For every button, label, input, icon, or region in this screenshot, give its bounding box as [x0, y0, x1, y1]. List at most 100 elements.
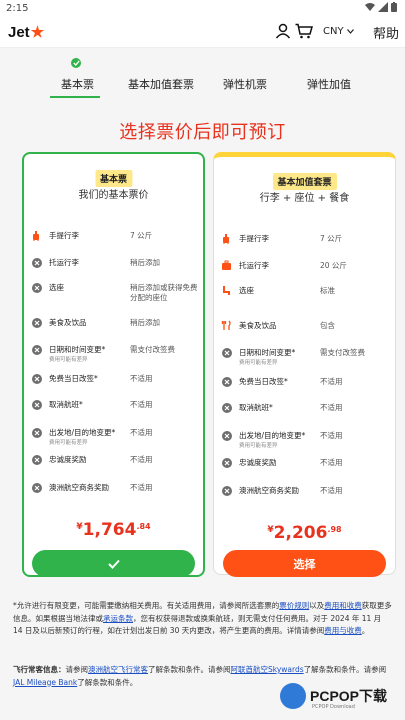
notes-text: 以及: [309, 601, 325, 610]
jetstar-logo[interactable]: Jet ★: [8, 23, 45, 42]
feature-value: 20 公斤: [320, 261, 347, 270]
x-circle-icon: [31, 317, 42, 328]
price-amount: 1,764: [82, 520, 137, 540]
chevron-down-icon: [346, 29, 354, 34]
fare-badge: 基本加值套票: [272, 173, 337, 190]
help-link[interactable]: 帮助: [373, 23, 399, 42]
x-circle-icon: [31, 344, 42, 355]
x-circle-icon: [221, 457, 232, 468]
feature-name: 澳洲航空商务奖励: [49, 483, 109, 492]
feature-name: 手提行李: [239, 234, 269, 243]
logo-text: Jet: [8, 23, 30, 41]
jal-mileage-link[interactable]: JAL Mileage Bank: [13, 678, 77, 687]
fare-price: ¥1,764.84: [24, 520, 203, 540]
ff-text: 了解条款和条件。请参阅: [303, 665, 387, 674]
feature-value: 需支付改签费: [320, 348, 365, 357]
feature-value: 不适用: [130, 374, 153, 383]
watermark-logo-icon: [280, 683, 306, 709]
step-flex[interactable]: 弹性机票: [223, 76, 267, 92]
site-watermark: PCPOP下载 PCPOP Download: [280, 680, 405, 720]
logo-star-icon: ★: [30, 24, 45, 41]
feature-value: 不适用: [130, 483, 153, 492]
feature-name: 取消航班*: [239, 403, 273, 412]
qantas-ff-link[interactable]: 澳洲航空飞行常客: [88, 665, 148, 674]
fare-subtitle: 行李 + 座位 + 餐食: [259, 193, 350, 204]
feature-name: 取消航班*: [49, 400, 83, 409]
feature-name: 日期和时间变更*: [239, 348, 296, 357]
battery-icon: [391, 2, 397, 12]
user-account-icon[interactable]: [275, 23, 291, 43]
fare-badge: 基本票: [94, 170, 133, 187]
step-flex-plus[interactable]: 弹性加值: [307, 76, 351, 92]
feature-name: 托运行李: [239, 261, 269, 270]
fare-card-basic-plus[interactable]: 基本加值套票 行李 + 座位 + 餐食 手提行李 7 公斤 托运行李 20 公斤 选座 标…: [213, 152, 396, 575]
fare-card-basic[interactable]: 基本票 我们的基本票价 手提行李 7 公斤 托运行李 稍后添加 选座 稍后添加或获得免费分…: [22, 152, 205, 577]
x-circle-icon: [31, 373, 42, 384]
feature-name: 免费当日改签*: [49, 374, 98, 383]
feature-value: 不适用: [130, 400, 153, 409]
emirates-skywards-link[interactable]: 阿联酋航空Skywards: [231, 665, 304, 674]
feature-name: 手提行李: [49, 231, 79, 240]
feature-value: 稍后添加或获得免费分配的座位: [130, 283, 198, 302]
feature-name: 美食及饮品: [239, 321, 277, 330]
carry-on-bag-icon: [31, 230, 42, 241]
fare-steps: 基本票 基本加值套票 弹性机票 弹性加值: [0, 48, 405, 98]
cart-icon[interactable]: [295, 23, 313, 43]
x-circle-icon: [31, 282, 42, 293]
feature-value: 7 公斤: [320, 234, 343, 243]
feature-value: 7 公斤: [130, 231, 153, 240]
fare-notes: *允许进行有限变更，可能需要缴纳相关费用。有关适用费用，请参阅所选套票的票价规则…: [13, 600, 393, 638]
feature-value: 不适用: [320, 403, 343, 412]
feature-value: 标准: [320, 286, 335, 295]
ff-text: 了解条款和条件。: [77, 677, 138, 687]
feature-name: 忠诚度奖励: [49, 455, 87, 464]
x-circle-icon: [31, 454, 42, 465]
price-decimal: .84: [136, 522, 151, 531]
x-circle-icon: [221, 402, 232, 413]
promo-banner: 选择票价后即可预订: [119, 122, 286, 143]
feature-value: 不适用: [320, 377, 343, 386]
feature-name: 美食及饮品: [49, 318, 87, 327]
feature-name: 日期和时间变更*: [49, 345, 106, 354]
feature-value: 不适用: [130, 428, 153, 437]
feature-name: 出发地/目的地变更*: [49, 428, 116, 437]
fees-link[interactable]: 费用和收费: [324, 601, 362, 610]
price-decimal: .98: [327, 525, 342, 534]
fare-rules-link[interactable]: 票价规则: [279, 601, 309, 610]
feature-value: 不适用: [320, 431, 343, 440]
x-circle-icon: [31, 427, 42, 438]
wifi-icon: [365, 3, 375, 11]
ff-text: 了解条款和条件。请参阅: [148, 665, 231, 674]
feature-note: 费用可能有差异: [49, 440, 88, 446]
x-circle-icon: [31, 482, 42, 493]
conditions-link[interactable]: 承运条款: [103, 614, 133, 623]
x-circle-icon: [221, 485, 232, 496]
feature-name: 出发地/目的地变更*: [239, 431, 306, 440]
currency-selector[interactable]: CNY: [323, 26, 354, 37]
currency-label: CNY: [323, 26, 344, 37]
fare-subtitle: 我们的基本票价: [78, 190, 149, 201]
feature-value: 包含: [320, 321, 335, 330]
feature-value: 稍后添加: [130, 318, 160, 327]
feature-name: 免费当日改签*: [239, 377, 288, 386]
x-circle-icon: [31, 257, 42, 268]
cutlery-icon: [221, 320, 232, 331]
app-header: Jet ★ CNY 帮助: [0, 18, 405, 48]
x-circle-icon: [221, 376, 232, 387]
checked-bag-icon: [221, 260, 232, 271]
feature-note: 费用可能有差异: [239, 360, 278, 366]
step-basic[interactable]: 基本票: [61, 76, 94, 92]
price-amount: 2,206: [273, 523, 328, 543]
fees-link-2[interactable]: 费用与收费: [324, 626, 362, 635]
watermark-text: PCPOP下载: [310, 688, 388, 704]
watermark-subtext: PCPOP Download: [312, 704, 355, 710]
signal-icon: [378, 2, 388, 12]
select-fare-button[interactable]: 选择: [223, 550, 386, 577]
feature-value: 需支付改签费: [130, 345, 175, 354]
feature-value: 不适用: [320, 458, 343, 467]
x-circle-icon: [221, 430, 232, 441]
selected-fare-button[interactable]: [32, 550, 195, 577]
carry-on-bag-icon: [221, 233, 232, 244]
status-bar: 2:15: [0, 0, 405, 18]
step-basic-plus[interactable]: 基本加值套票: [128, 76, 194, 92]
